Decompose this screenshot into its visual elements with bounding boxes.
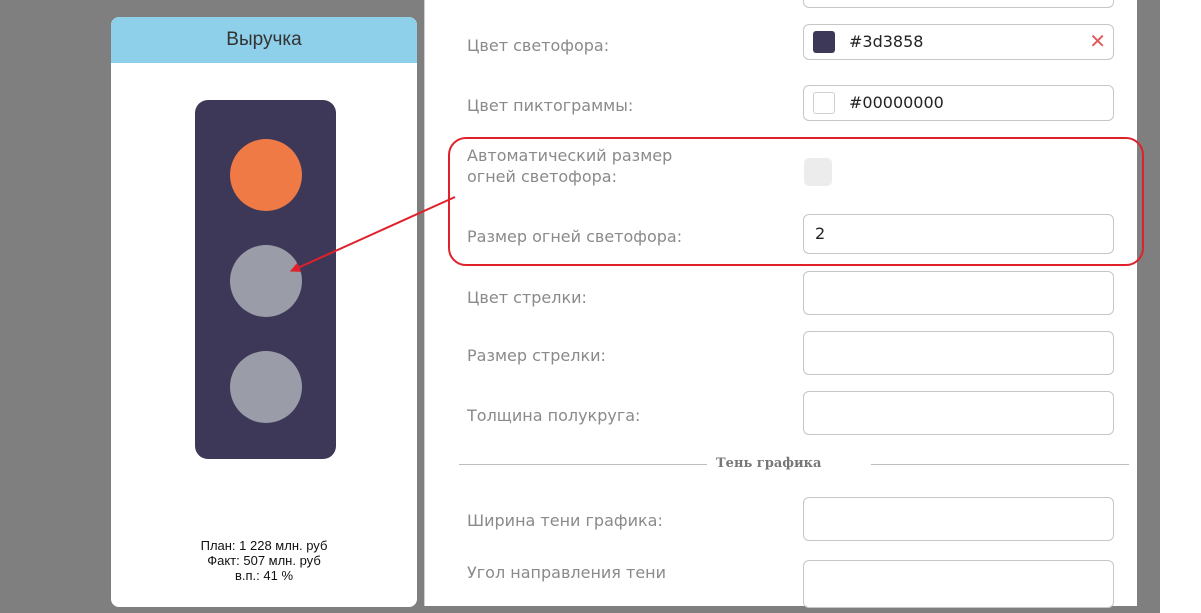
annotation-arrow <box>290 196 456 272</box>
annotation-arrow-line <box>290 196 456 272</box>
